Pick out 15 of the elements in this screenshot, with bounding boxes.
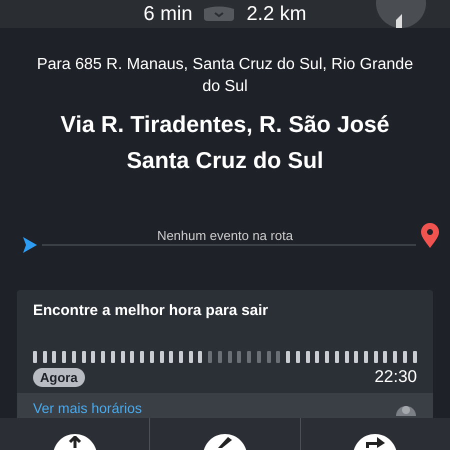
trip-duration: 6 min — [144, 2, 192, 26]
now-label: Agora — [33, 368, 85, 386]
more-times-link[interactable]: Ver mais horários — [33, 400, 142, 416]
share-icon — [364, 436, 386, 448]
departure-time-bar[interactable] — [33, 351, 417, 363]
card-title: Encontre a melhor hora para sair — [33, 302, 270, 319]
destination-city: Santa Cruz do Sul — [126, 146, 324, 175]
destination-address: Para 685 R. Manaus, Santa Cruz do Sul, Rio Grande do Sul — [36, 55, 414, 97]
route-via: Via R. Tiradentes, R. São José — [60, 110, 390, 139]
location-pin-icon — [420, 223, 440, 249]
route-events-text: Nenhum evento na rota — [157, 228, 293, 243]
trip-distance: 2.2 km — [246, 2, 306, 26]
end-time: 22:30 — [374, 367, 417, 387]
start-arrow-icon — [22, 236, 38, 254]
car-icon — [202, 6, 236, 22]
